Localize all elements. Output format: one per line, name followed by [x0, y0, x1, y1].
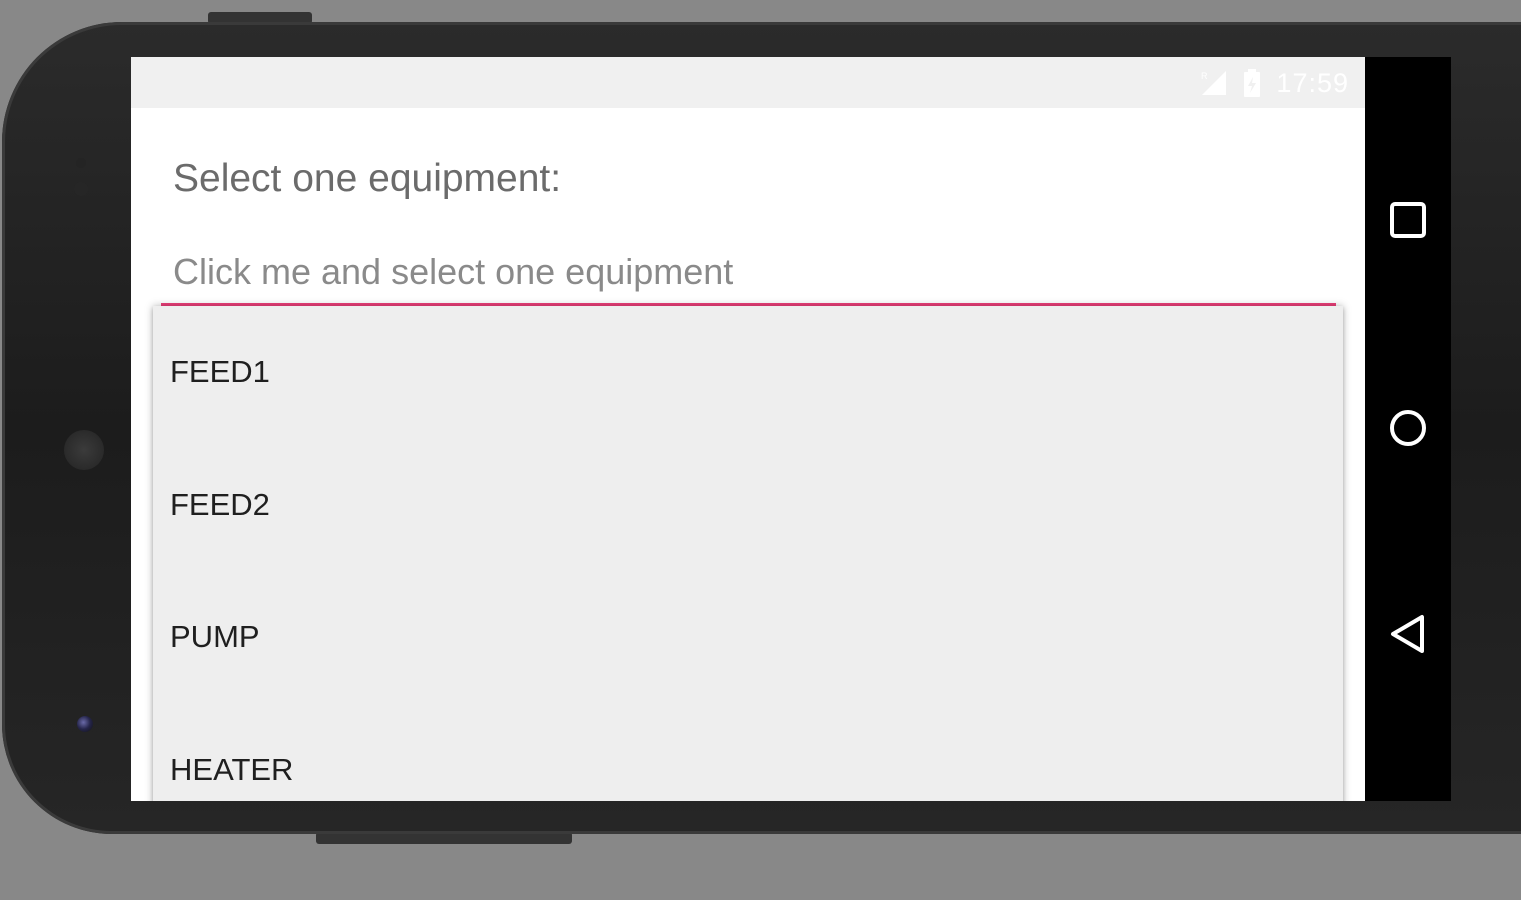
dropdown-item-pump[interactable]: PUMP	[170, 619, 260, 655]
emulator-stage: R 17:59 Select one equipment: Click me a…	[0, 0, 1521, 900]
equipment-prompt-label: Select one equipment:	[173, 157, 562, 200]
recents-icon	[1389, 201, 1427, 244]
home-icon	[1388, 408, 1428, 453]
status-time: 17:59	[1276, 67, 1349, 98]
equipment-spinner[interactable]: Click me and select one equipment	[161, 245, 1336, 306]
spinner-placeholder: Click me and select one equipment	[173, 251, 734, 292]
proximity-sensor	[76, 158, 86, 168]
svg-text:R: R	[1201, 71, 1208, 81]
home-button[interactable]	[1387, 409, 1429, 451]
speaker-grille	[64, 430, 104, 470]
dropdown-item-feed2[interactable]: FEED2	[170, 487, 270, 523]
signal-icon: R	[1200, 69, 1228, 97]
dropdown-item-feed1[interactable]: FEED1	[170, 354, 270, 390]
status-icons: R 17:59	[1200, 67, 1349, 99]
back-icon	[1388, 614, 1428, 659]
back-button[interactable]	[1387, 614, 1429, 659]
dropdown-item-heater[interactable]: HEATER	[170, 752, 293, 788]
front-camera	[77, 716, 93, 732]
navigation-bar	[1365, 57, 1451, 801]
status-bar: R 17:59	[131, 57, 1365, 108]
battery-icon	[1242, 68, 1262, 98]
recents-button[interactable]	[1387, 201, 1429, 243]
device-screen: R 17:59 Select one equipment: Click me a…	[131, 57, 1365, 801]
light-sensor	[74, 182, 88, 196]
equipment-dropdown-list: FEED1 FEED2 PUMP HEATER	[153, 306, 1343, 801]
